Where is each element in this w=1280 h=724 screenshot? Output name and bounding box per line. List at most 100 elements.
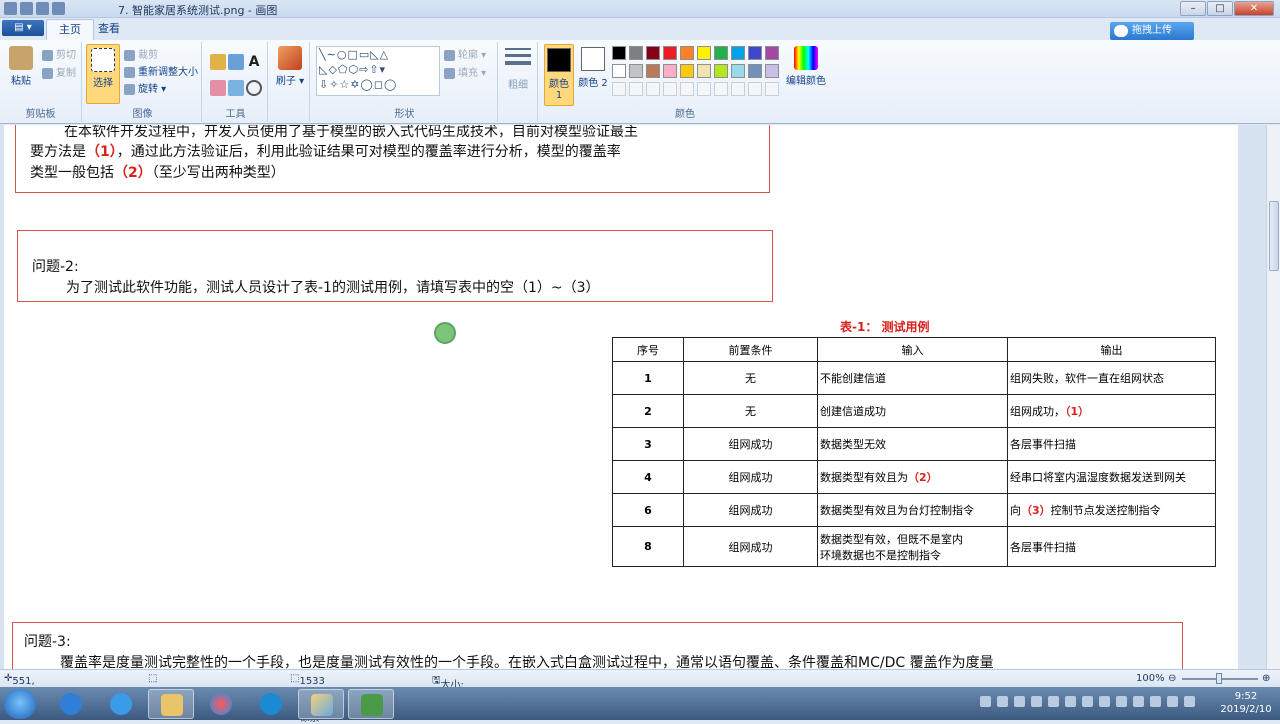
- palette-swatch[interactable]: [731, 64, 745, 78]
- palette-swatch[interactable]: [697, 64, 711, 78]
- tray-icon[interactable]: [1133, 696, 1144, 707]
- taskbar-explorer[interactable]: [148, 689, 194, 719]
- tray-icon[interactable]: [1099, 696, 1110, 707]
- shapes-gallery[interactable]: ╲∼○□▭◺△ ◺◇⬠⬡⇨⇧▾ ⇩✧☆✡◯◻◯: [316, 46, 440, 96]
- palette-swatch[interactable]: [646, 46, 660, 60]
- save-icon[interactable]: [4, 2, 17, 15]
- taskbar-browser[interactable]: [248, 689, 294, 719]
- color-picker-icon[interactable]: [228, 80, 244, 96]
- start-button[interactable]: [4, 689, 36, 719]
- upload-button[interactable]: 拖拽上传: [1110, 22, 1194, 40]
- volume-icon[interactable]: [1167, 696, 1178, 707]
- crop-label: 裁剪: [138, 50, 158, 61]
- flag-icon[interactable]: [1184, 696, 1195, 707]
- outline-button[interactable]: 轮廓 ▾: [444, 46, 486, 61]
- brush-button[interactable]: 刷子 ▾: [274, 46, 306, 87]
- size-group[interactable]: 粗细: [500, 42, 538, 122]
- close-button[interactable]: ✕: [1234, 1, 1274, 16]
- tray-icon[interactable]: [1014, 696, 1025, 707]
- clipboard-group-label: 剪贴板: [25, 109, 56, 120]
- palette-swatch[interactable]: [731, 46, 745, 60]
- custom-color-slot[interactable]: [748, 82, 762, 96]
- copy-button[interactable]: 复制: [42, 64, 76, 79]
- palette-swatch[interactable]: [748, 46, 762, 60]
- network-icon[interactable]: [1150, 696, 1161, 707]
- cloud-icon: [1114, 25, 1128, 37]
- minimize-button[interactable]: –: [1180, 1, 1206, 16]
- palette-swatch[interactable]: [765, 64, 779, 78]
- palette-swatch[interactable]: [680, 46, 694, 60]
- palette-swatch[interactable]: [765, 46, 779, 60]
- undo-icon[interactable]: [20, 2, 33, 15]
- custom-color-slot[interactable]: [680, 82, 694, 96]
- file-menu-button[interactable]: ▤ ▾: [2, 20, 44, 36]
- crop-button[interactable]: 裁剪: [124, 46, 158, 61]
- bluetooth-icon[interactable]: [1116, 696, 1127, 707]
- clipboard-icon: [9, 46, 33, 70]
- resize-button[interactable]: 重新调整大小: [124, 63, 198, 78]
- cell-pre: 无: [683, 394, 818, 428]
- brush-icon: [278, 46, 302, 70]
- palette-swatch[interactable]: [612, 46, 626, 60]
- palette-swatch[interactable]: [680, 64, 694, 78]
- palette-swatch[interactable]: [663, 46, 677, 60]
- paste-button[interactable]: 粘贴: [4, 46, 38, 87]
- image-canvas[interactable]: 在本软件开发过程中，开发人员使用了基于模型的嵌入式代码生成技术，目前对模型验证最…: [4, 125, 1238, 669]
- tray-icon[interactable]: [1031, 696, 1042, 707]
- canvas-area[interactable]: 在本软件开发过程中，开发人员使用了基于模型的嵌入式代码生成技术，目前对模型验证最…: [0, 125, 1266, 669]
- custom-color-slot[interactable]: [697, 82, 711, 96]
- chart-app-icon: [361, 694, 383, 716]
- palette-swatch[interactable]: [612, 64, 626, 78]
- vertical-scrollbar[interactable]: [1266, 125, 1280, 669]
- customize-qat-icon[interactable]: [52, 2, 65, 15]
- palette-swatch[interactable]: [629, 64, 643, 78]
- palette-swatch[interactable]: [646, 64, 660, 78]
- edit-colors-button[interactable]: 编辑颜色: [784, 46, 828, 87]
- palette-swatch[interactable]: [714, 46, 728, 60]
- table-header-row: 序号 前置条件 输入 输出: [612, 337, 1216, 362]
- tray-icon[interactable]: [980, 696, 991, 707]
- palette-swatch[interactable]: [748, 64, 762, 78]
- pencil-icon[interactable]: [210, 54, 226, 70]
- cut-button[interactable]: 剪切: [42, 46, 76, 61]
- rotate-button[interactable]: 旋转 ▾: [124, 80, 166, 95]
- custom-color-slot[interactable]: [731, 82, 745, 96]
- select-button[interactable]: 选择: [86, 44, 120, 104]
- taskbar-chart-app[interactable]: [348, 689, 394, 719]
- scrollbar-thumb[interactable]: [1269, 201, 1279, 271]
- custom-color-slot[interactable]: [765, 82, 779, 96]
- taskbar-baidu-netdisk[interactable]: [48, 689, 94, 719]
- tray-icon[interactable]: [1065, 696, 1076, 707]
- help-icon[interactable]: [997, 696, 1008, 707]
- taskbar-app-colors[interactable]: [198, 689, 244, 719]
- tab-view[interactable]: 查看: [86, 19, 132, 40]
- taskbar-paint[interactable]: [298, 689, 344, 719]
- zoom-slider-thumb[interactable]: [1216, 673, 1222, 684]
- zoom-in-icon[interactable]: ⊕: [1262, 673, 1270, 684]
- status-bar: ✛ 551, 640像素 ⬚ ⬚ 1533 × 4788像素 🖫 大小: 226…: [0, 669, 1280, 724]
- zoom-out-icon[interactable]: ⊖: [1168, 673, 1176, 684]
- color2-button[interactable]: 颜色 2: [578, 44, 608, 106]
- tray-icon[interactable]: [1082, 696, 1093, 707]
- custom-color-slot[interactable]: [714, 82, 728, 96]
- palette-swatch[interactable]: [629, 46, 643, 60]
- tray-icon[interactable]: [1048, 696, 1059, 707]
- custom-color-slot[interactable]: [629, 82, 643, 96]
- fill-bucket-icon[interactable]: [228, 54, 244, 70]
- custom-color-slot[interactable]: [663, 82, 677, 96]
- color1-button[interactable]: 颜色 1: [544, 44, 574, 106]
- palette-swatch[interactable]: [697, 46, 711, 60]
- clock[interactable]: 9:52 2019/2/10: [1218, 690, 1274, 716]
- eraser-icon[interactable]: [210, 80, 226, 96]
- palette-swatch[interactable]: [714, 64, 728, 78]
- custom-color-slot[interactable]: [646, 82, 660, 96]
- taskbar-ie[interactable]: [98, 689, 144, 719]
- magnifier-icon[interactable]: [246, 80, 262, 96]
- redo-icon[interactable]: [36, 2, 49, 15]
- maximize-button[interactable]: □: [1207, 1, 1233, 16]
- para1-line3: 类型一般包括（2）（至少写出两种类型）: [30, 162, 285, 182]
- custom-color-slot[interactable]: [612, 82, 626, 96]
- text-tool-icon[interactable]: A: [246, 54, 262, 70]
- palette-swatch[interactable]: [663, 64, 677, 78]
- fill-button[interactable]: 填充 ▾: [444, 64, 486, 79]
